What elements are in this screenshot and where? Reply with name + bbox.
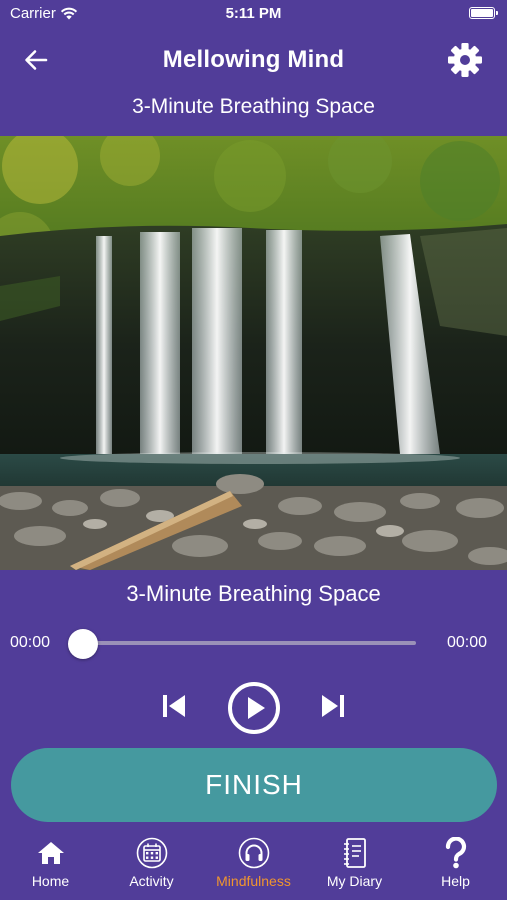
tab-my-diary[interactable]: My Diary xyxy=(304,836,405,894)
skip-previous-icon xyxy=(163,695,185,717)
play-circle-icon xyxy=(228,682,280,734)
finish-button[interactable]: FINISH xyxy=(11,748,497,822)
nav-header: Mellowing Mind xyxy=(0,36,507,84)
total-time: 00:00 xyxy=(446,634,487,651)
status-bar: Carrier 5:11 PM xyxy=(0,0,507,28)
slider-thumb[interactable] xyxy=(68,629,98,659)
session-subtitle: 3-Minute Breathing Space xyxy=(132,95,375,118)
previous-button[interactable] xyxy=(156,688,192,724)
tab-activity-label: Activity xyxy=(129,873,174,889)
tab-activity[interactable]: Activity xyxy=(101,836,202,894)
skip-next-icon xyxy=(322,695,344,717)
progress-slider[interactable] xyxy=(68,628,416,659)
settings-button[interactable] xyxy=(445,40,485,80)
tab-mindfulness-label: Mindfulness xyxy=(216,873,291,889)
tab-help[interactable]: Help xyxy=(405,836,506,894)
tab-help-label: Help xyxy=(441,873,470,889)
diary-icon xyxy=(343,838,366,868)
battery-icon xyxy=(469,7,498,19)
session-image xyxy=(0,136,507,570)
elapsed-time: 00:00 xyxy=(10,634,51,651)
tab-home[interactable]: Home xyxy=(0,836,101,894)
tab-bar: Home Activity Mindfulness My Diary Help xyxy=(0,836,507,900)
tab-home-label: Home xyxy=(31,873,70,889)
calendar-icon xyxy=(136,837,167,869)
app-title: Mellowing Mind xyxy=(162,46,345,73)
status-time: 5:11 PM xyxy=(225,5,282,22)
home-icon xyxy=(37,842,64,864)
track-title: 3-Minute Breathing Space xyxy=(126,581,381,606)
play-button[interactable] xyxy=(226,680,282,736)
headphones-icon xyxy=(238,837,269,869)
next-button[interactable] xyxy=(315,688,351,724)
tab-mindfulness[interactable]: Mindfulness xyxy=(203,836,304,894)
slider-track xyxy=(82,641,416,645)
tab-my-diary-label: My Diary xyxy=(326,873,383,889)
gear-icon xyxy=(448,43,482,77)
question-icon xyxy=(445,837,466,869)
